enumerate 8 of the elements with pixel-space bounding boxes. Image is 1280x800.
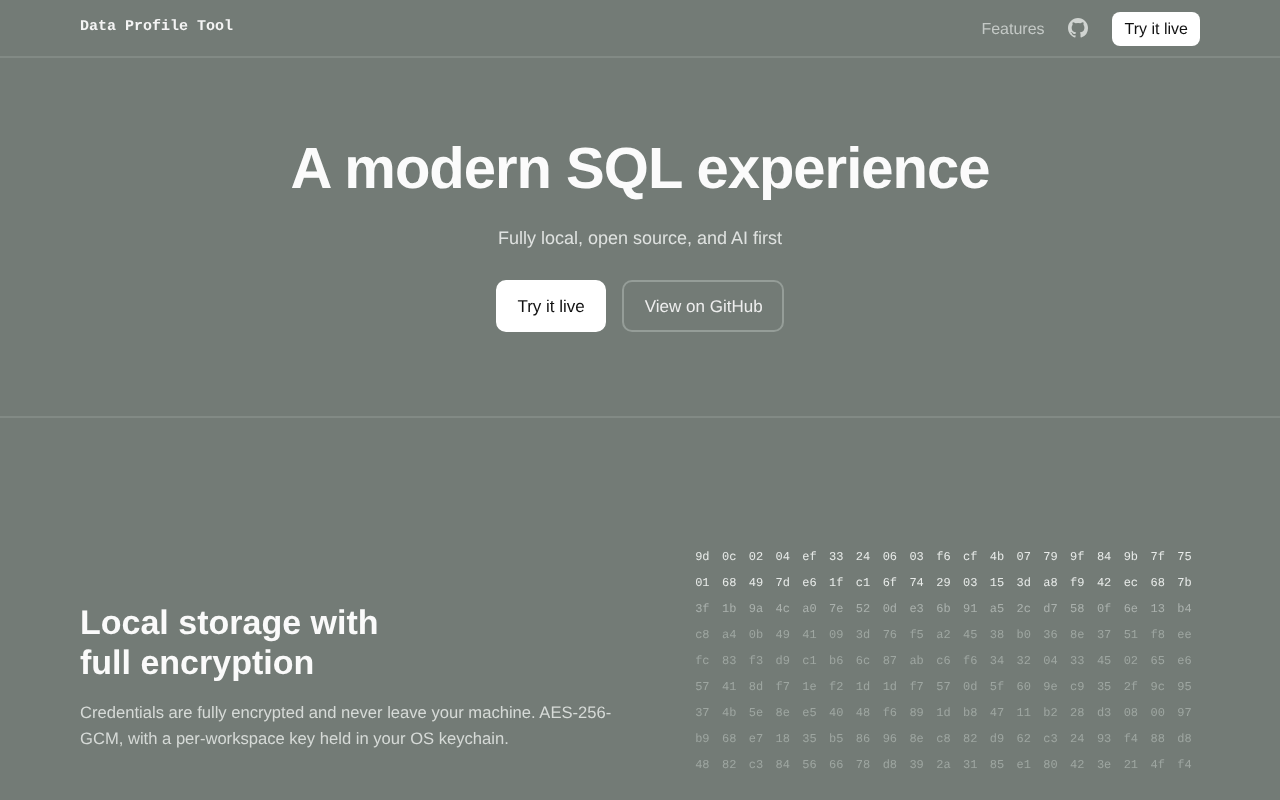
github-icon[interactable] — [1068, 18, 1089, 38]
hero-subtitle: Fully local, open source, and AI first — [497, 228, 783, 248]
secondary-button[interactable]: View on GitHub — [622, 280, 785, 332]
hero-title: A modern SQL experience — [290, 138, 990, 204]
try-it-live-button[interactable]: Try it live — [1112, 11, 1200, 45]
feature-title: Local storage with full encryption — [80, 604, 381, 684]
feature-description: Credentials are fully encrypted and never leave your machine. AES-256-GCM, with a per-workspace key held in your OS keychain. — [80, 700, 614, 752]
primary-button[interactable]: Try it live — [495, 280, 607, 332]
